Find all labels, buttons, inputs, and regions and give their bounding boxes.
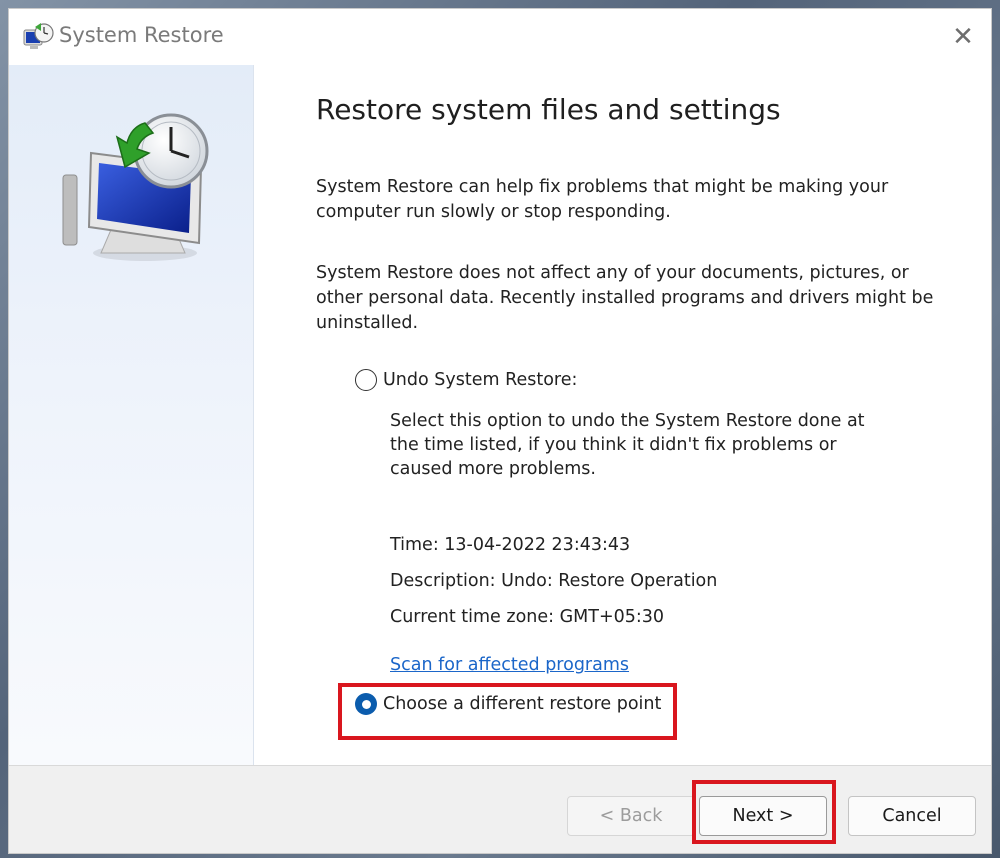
data-safety-paragraph: System Restore does not affect any of yo… xyxy=(316,263,934,333)
undo-restore-description: Select this option to undo the System Re… xyxy=(390,411,865,479)
sidebar-panel xyxy=(9,65,254,765)
choose-restore-point-radio[interactable] xyxy=(355,693,377,715)
system-restore-window: System Restore ✕ Restore system files an… xyxy=(8,8,992,854)
intro-paragraph: System Restore can help fix problems tha… xyxy=(316,177,889,222)
cancel-button[interactable]: Cancel xyxy=(848,796,976,836)
system-restore-illustration xyxy=(62,113,209,261)
window-title: System Restore xyxy=(59,23,224,47)
close-icon: ✕ xyxy=(952,22,974,52)
time-zone: Current time zone: GMT+05:30 xyxy=(390,607,665,627)
restore-time: Time: 13-04-2022 23:43:43 xyxy=(390,535,631,555)
close-button[interactable]: ✕ xyxy=(943,17,983,57)
undo-restore-option[interactable]: Undo System Restore: xyxy=(355,369,577,391)
button-bar: < Back Next > Cancel xyxy=(9,765,991,853)
choose-restore-point-option[interactable]: Choose a different restore point xyxy=(355,693,661,715)
scan-affected-programs-link[interactable]: Scan for affected programs xyxy=(390,655,629,675)
undo-restore-label: Undo System Restore: xyxy=(383,370,578,390)
main-content: Restore system files and settings System… xyxy=(316,65,956,765)
next-button[interactable]: Next > xyxy=(699,796,827,836)
restore-description: Description: Undo: Restore Operation xyxy=(390,571,718,591)
back-button[interactable]: < Back xyxy=(567,796,695,836)
system-restore-icon xyxy=(23,23,54,49)
page-title: Restore system files and settings xyxy=(316,93,781,126)
undo-restore-radio[interactable] xyxy=(355,369,377,391)
choose-restore-point-label: Choose a different restore point xyxy=(383,694,662,714)
title-bar[interactable]: System Restore ✕ xyxy=(9,9,991,65)
